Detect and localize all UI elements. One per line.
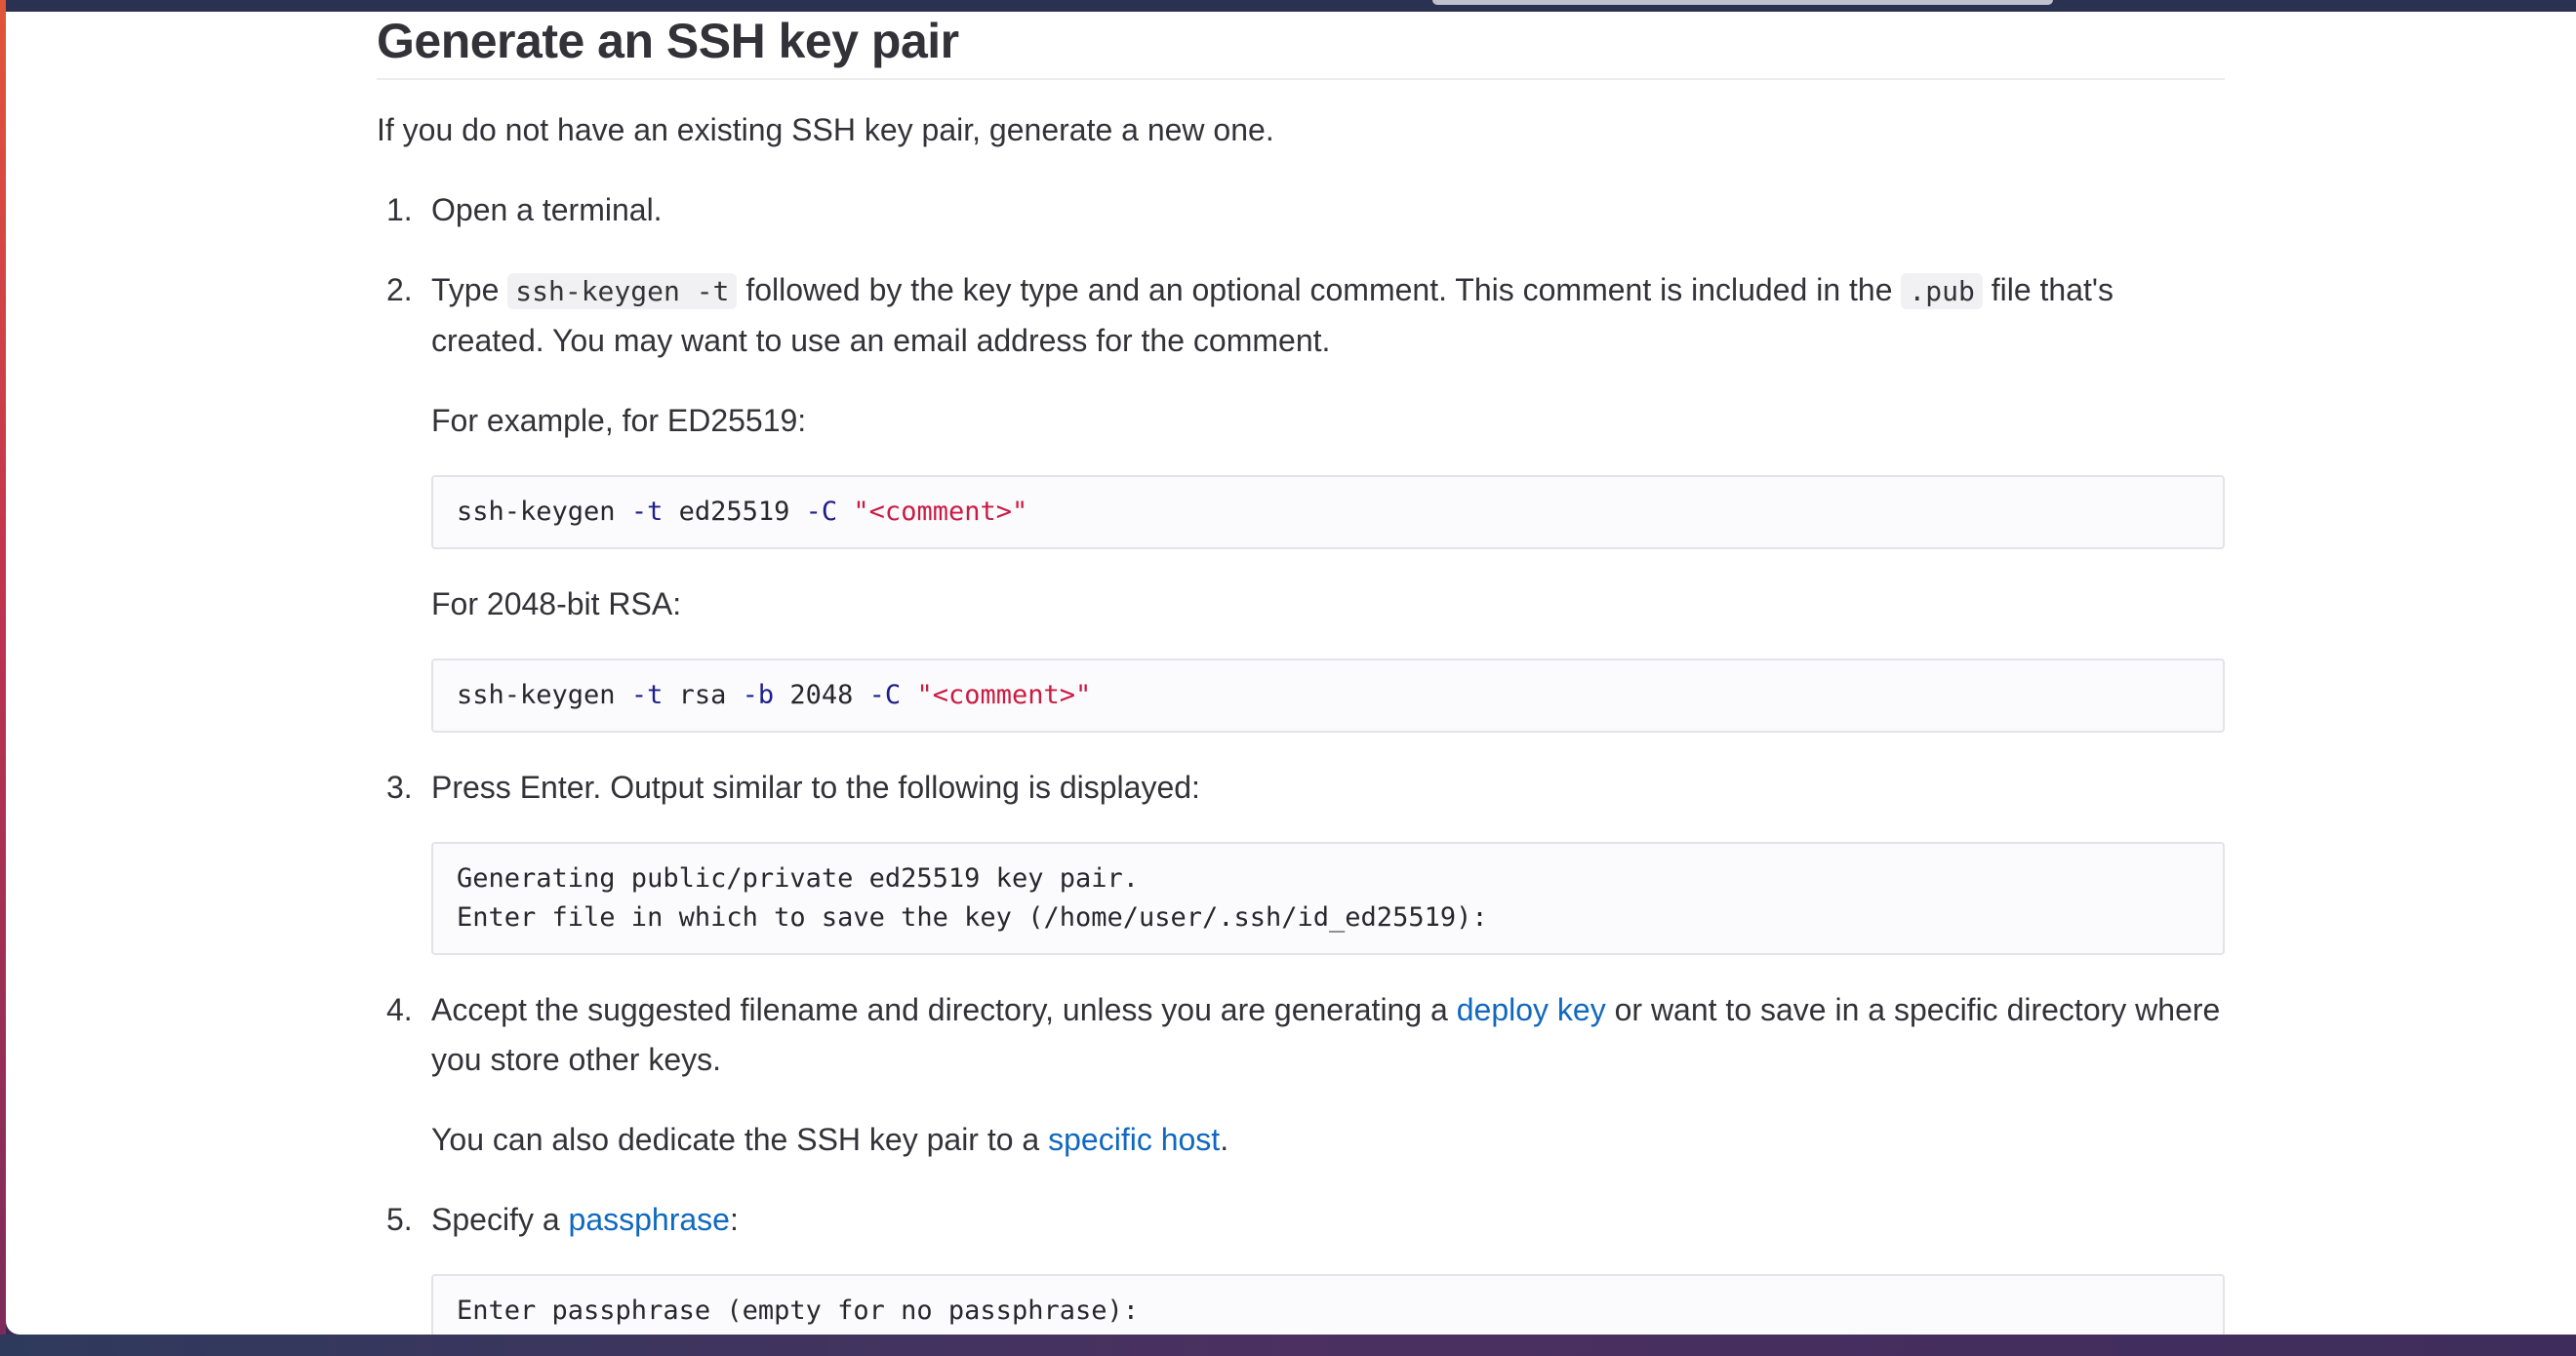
page-heading: Generate an SSH key pair	[377, 12, 2225, 80]
step-number: 4.	[386, 992, 413, 1027]
step-text: Type ssh-keygen -t followed by the key t…	[431, 272, 2113, 358]
desktop-dock-area	[0, 1335, 2576, 1356]
step-text: Accept the suggested filename and direct…	[431, 992, 2221, 1077]
browser-window: Generate an SSH key pair If you do not h…	[6, 12, 2576, 1335]
steps-list: 1. Open a terminal. 2. Type ssh-keygen -…	[377, 185, 2225, 1335]
passphrase-link[interactable]: passphrase	[569, 1202, 730, 1237]
step-subtext: You can also dedicate the SSH key pair t…	[431, 1122, 1229, 1157]
output-line: Enter passphrase (empty for no passphras…	[457, 1296, 1139, 1326]
code-block-output[interactable]: Generating public/private ed25519 key pa…	[431, 842, 2225, 955]
code-block-ed25519[interactable]: ssh-keygen -t ed25519 -C "<comment>"	[431, 475, 2225, 549]
specific-host-link[interactable]: specific host	[1048, 1122, 1220, 1157]
step-4: 4. Accept the suggested filename and dir…	[377, 985, 2225, 1165]
step-number: 2.	[386, 272, 413, 307]
window-top-bar	[0, 0, 2576, 12]
output-line: Enter file in which to save the key (/ho…	[457, 902, 1488, 933]
example-label-ed25519: For example, for ED25519:	[431, 403, 807, 438]
step-text: Press Enter. Output similar to the follo…	[431, 770, 1200, 805]
inline-code-ssh-keygen: ssh-keygen -t	[507, 273, 738, 309]
step-3: 3. Press Enter. Output similar to the fo…	[377, 763, 2225, 955]
step-number: 3.	[386, 770, 413, 805]
example-label-rsa: For 2048-bit RSA:	[431, 586, 682, 621]
output-line: Generating public/private ed25519 key pa…	[457, 863, 1139, 894]
code-block-passphrase[interactable]: Enter passphrase (empty for no passphras…	[431, 1274, 2225, 1335]
step-text: Open a terminal.	[431, 192, 663, 227]
step-2: 2. Type ssh-keygen -t followed by the ke…	[377, 265, 2225, 733]
step-number: 5.	[386, 1202, 413, 1237]
step-1: 1. Open a terminal.	[377, 185, 2225, 235]
inline-code-pub: .pub	[1901, 273, 1983, 309]
step-5: 5. Specify a passphrase: Enter passphras…	[377, 1195, 2225, 1335]
address-bar-pill[interactable]	[1432, 0, 2053, 5]
intro-paragraph: If you do not have an existing SSH key p…	[377, 112, 1274, 147]
step-text: Specify a passphrase:	[431, 1202, 739, 1237]
code-block-rsa[interactable]: ssh-keygen -t rsa -b 2048 -C "<comment>"	[431, 658, 2225, 733]
step-number: 1.	[386, 192, 413, 227]
deploy-key-link[interactable]: deploy key	[1457, 992, 1606, 1027]
docs-content: Generate an SSH key pair If you do not h…	[377, 12, 2225, 1335]
